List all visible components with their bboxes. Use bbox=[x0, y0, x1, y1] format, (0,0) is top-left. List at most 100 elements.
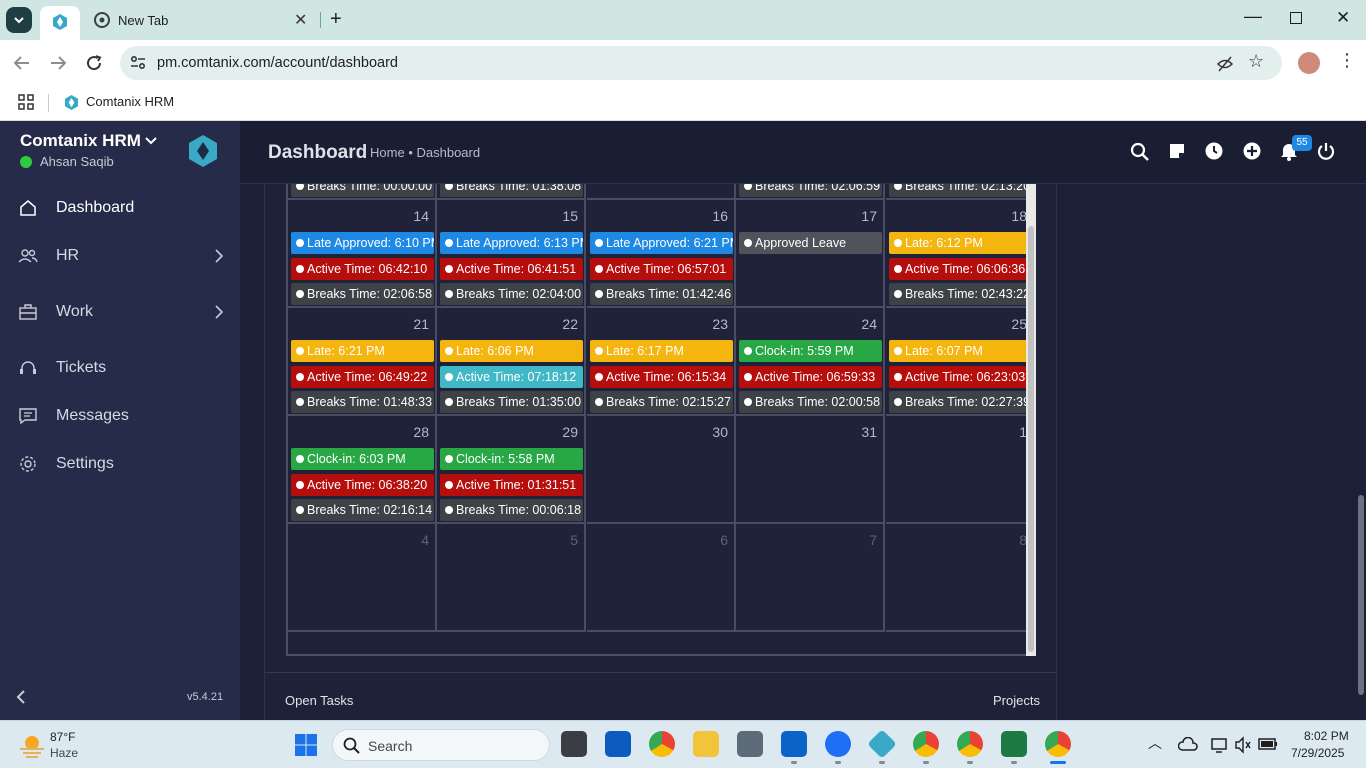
sidebar-item-tickets[interactable]: Tickets bbox=[0, 348, 240, 388]
sidebar-item-settings[interactable]: Settings bbox=[0, 444, 240, 484]
zoom-icon[interactable] bbox=[825, 731, 851, 757]
attendance-event[interactable]: Breaks Time: 01:42:46 bbox=[590, 283, 733, 305]
page-scrollbar-thumb[interactable] bbox=[1358, 495, 1364, 695]
calendar-day-cell[interactable]: 14 Late Approved: 6:10 PM Active Time: 06:… bbox=[288, 200, 437, 308]
chrome-menu-icon[interactable]: ⋮ bbox=[1338, 50, 1356, 71]
task-view-icon[interactable] bbox=[561, 731, 587, 757]
chrome-taskbar-icon[interactable] bbox=[649, 731, 675, 757]
taskbar-search[interactable]: Search bbox=[332, 729, 550, 761]
calendar-day-cell[interactable]: Late Approved: 6:11 PMActive Time: 06:56… bbox=[437, 184, 586, 200]
attendance-event[interactable]: Active Time: 06:59:33 bbox=[739, 366, 882, 388]
calendar-day-cell[interactable]: 21 Late: 6:21 PM Active Time: 06:49:22 Brea… bbox=[288, 308, 437, 416]
sidebar-item-work[interactable]: Work bbox=[0, 292, 240, 332]
attendance-event[interactable]: Active Time: 07:18:12 bbox=[440, 366, 583, 388]
attendance-event[interactable]: Active Time: 01:31:51 bbox=[440, 474, 583, 496]
profile-avatar[interactable] bbox=[1298, 52, 1320, 74]
attendance-event[interactable]: Active Time: 06:41:51 bbox=[440, 258, 583, 280]
attendance-event[interactable]: Breaks Time: 02:00:58 bbox=[739, 391, 882, 413]
attendance-event[interactable]: Approved Leave bbox=[739, 232, 882, 254]
close-tab-icon[interactable]: ✕ bbox=[294, 10, 307, 30]
attendance-event[interactable]: Late: 6:12 PM bbox=[889, 232, 1032, 254]
network-icon[interactable] bbox=[1210, 736, 1228, 754]
add-circle-icon[interactable] bbox=[1242, 141, 1262, 161]
sidebar-item-dashboard[interactable]: Dashboard bbox=[0, 188, 240, 228]
calendar-day-cell[interactable]: Clock-in: 5:57 PMActive Time: 06:58:18Br… bbox=[736, 184, 885, 200]
tab-comtanix[interactable] bbox=[40, 6, 80, 40]
attendance-event[interactable]: Late: 6:06 PM bbox=[440, 340, 583, 362]
calendar-day-cell[interactable]: 6 bbox=[587, 524, 736, 632]
calendar-day-cell[interactable]: 18 Late: 6:12 PM Active Time: 06:06:36 Brea… bbox=[886, 200, 1034, 308]
attendance-event[interactable]: Clock-in: 5:58 PM bbox=[440, 448, 583, 470]
chevron-up-icon[interactable]: ︿ bbox=[1148, 733, 1162, 753]
volume-muted-icon[interactable] bbox=[1234, 736, 1252, 754]
calendar-day-cell[interactable]: 16 Late Approved: 6:21 PM Active Time: 06:… bbox=[587, 200, 736, 308]
tab-search-button[interactable] bbox=[6, 7, 32, 33]
attendance-event[interactable]: Active Time: 06:49:22 bbox=[291, 366, 434, 388]
excel-icon[interactable] bbox=[1001, 731, 1027, 757]
back-arrow-icon[interactable] bbox=[12, 54, 32, 72]
attendance-event[interactable]: Late Approved: 6:21 PM bbox=[590, 232, 733, 254]
attendance-event[interactable]: Clock-in: 6:03 PM bbox=[291, 448, 434, 470]
power-icon[interactable] bbox=[1316, 141, 1336, 161]
calendar-day-cell[interactable]: 24 Clock-in: 5:59 PM Active Time: 06:59:33… bbox=[736, 308, 885, 416]
attendance-event[interactable]: Breaks Time: 02:15:27 bbox=[590, 391, 733, 413]
attendance-event[interactable]: Active Time: 06:57:01 bbox=[590, 258, 733, 280]
attendance-event[interactable]: Late: 6:17 PM bbox=[590, 340, 733, 362]
calendar-day-cell[interactable]: 17 Approved Leave bbox=[736, 200, 885, 308]
forward-arrow-icon[interactable] bbox=[48, 54, 68, 72]
calendar-day-cell[interactable]: Clock-in: 5:54 PMActive Time: 06:53:06Br… bbox=[886, 184, 1034, 200]
calendar-day-cell[interactable]: 4 bbox=[288, 524, 437, 632]
attendance-event[interactable]: Breaks Time: 01:38:08 bbox=[440, 184, 583, 197]
attendance-event[interactable]: Breaks Time: 01:35:00 bbox=[440, 391, 583, 413]
calendar-day-cell[interactable]: 31 bbox=[736, 416, 885, 524]
attendance-event[interactable]: Active Time: 06:42:10 bbox=[291, 258, 434, 280]
attendance-event[interactable]: Breaks Time: 02:27:39 bbox=[889, 391, 1032, 413]
apps-grid-icon[interactable] bbox=[18, 94, 34, 110]
outlook-icon[interactable] bbox=[781, 731, 807, 757]
calendar-scrollbar-thumb[interactable] bbox=[1028, 226, 1034, 652]
attendance-event[interactable]: Breaks Time: 02:04:00 bbox=[440, 283, 583, 305]
calendar-day-cell[interactable]: 5 bbox=[437, 524, 586, 632]
attendance-event[interactable]: Late: 6:21 PM bbox=[291, 340, 434, 362]
chrome-profile-1-icon[interactable] bbox=[913, 731, 939, 757]
attendance-event[interactable]: Breaks Time: 02:06:58 bbox=[291, 283, 434, 305]
minimize-button[interactable]: — bbox=[1244, 6, 1262, 27]
reload-icon[interactable] bbox=[85, 54, 103, 72]
attendance-event[interactable]: Active Time: 06:06:36 bbox=[889, 258, 1032, 280]
calendar-day-cell[interactable]: Approved Leave bbox=[587, 184, 736, 200]
attendance-event[interactable]: Clock-in: 5:59 PM bbox=[739, 340, 882, 362]
calendar-day-cell[interactable]: Clock-in: 5:53 PMActive Time: 00:04:25Br… bbox=[288, 184, 437, 200]
attendance-event[interactable]: Late Approved: 6:10 PM bbox=[291, 232, 434, 254]
site-settings-icon[interactable] bbox=[130, 55, 146, 71]
attendance-event[interactable]: Breaks Time: 00:00:00 bbox=[291, 184, 434, 197]
calendar-day-cell[interactable]: 1 bbox=[886, 416, 1034, 524]
attendance-event[interactable]: Breaks Time: 02:13:20 bbox=[889, 184, 1032, 197]
calculator-icon[interactable] bbox=[737, 731, 763, 757]
clock-icon[interactable] bbox=[1204, 141, 1224, 161]
store-icon[interactable] bbox=[605, 731, 631, 757]
attendance-event[interactable]: Breaks Time: 02:16:14 bbox=[291, 499, 434, 521]
calendar-day-cell[interactable]: 25 Late: 6:07 PM Active Time: 06:23:03 Brea… bbox=[886, 308, 1034, 416]
sidebar-item-messages[interactable]: Messages bbox=[0, 396, 240, 436]
breadcrumb-home[interactable]: Home bbox=[370, 145, 405, 160]
search-icon[interactable] bbox=[1130, 142, 1150, 162]
attendance-event[interactable]: Breaks Time: 00:06:18 bbox=[440, 499, 583, 521]
collapse-sidebar-icon[interactable] bbox=[14, 688, 28, 706]
attendance-event[interactable]: Breaks Time: 01:48:33 bbox=[291, 391, 434, 413]
brand-switcher[interactable]: Comtanix HRM bbox=[20, 131, 170, 153]
windows-start-icon[interactable] bbox=[294, 733, 318, 757]
calendar-day-cell[interactable]: 28 Clock-in: 6:03 PM Active Time: 06:38:20… bbox=[288, 416, 437, 524]
tab-new-tab[interactable]: New Tab ✕ bbox=[84, 6, 320, 34]
chrome-profile-3-icon[interactable] bbox=[1045, 731, 1071, 757]
attendance-event[interactable]: Active Time: 06:38:20 bbox=[291, 474, 434, 496]
battery-icon[interactable] bbox=[1258, 737, 1278, 751]
attendance-event[interactable]: Breaks Time: 02:43:22 bbox=[889, 283, 1032, 305]
attendance-event[interactable]: Late Approved: 6:13 PM bbox=[440, 232, 583, 254]
new-tab-button[interactable]: + bbox=[330, 8, 342, 31]
file-explorer-icon[interactable] bbox=[693, 731, 719, 757]
attendance-event[interactable]: Active Time: 06:23:03 bbox=[889, 366, 1032, 388]
calendar-day-cell[interactable]: 7 bbox=[736, 524, 885, 632]
eye-off-icon[interactable] bbox=[1216, 55, 1234, 73]
calendar-day-cell[interactable]: 30 bbox=[587, 416, 736, 524]
attendance-event[interactable]: Breaks Time: 02:06:59 bbox=[739, 184, 882, 197]
